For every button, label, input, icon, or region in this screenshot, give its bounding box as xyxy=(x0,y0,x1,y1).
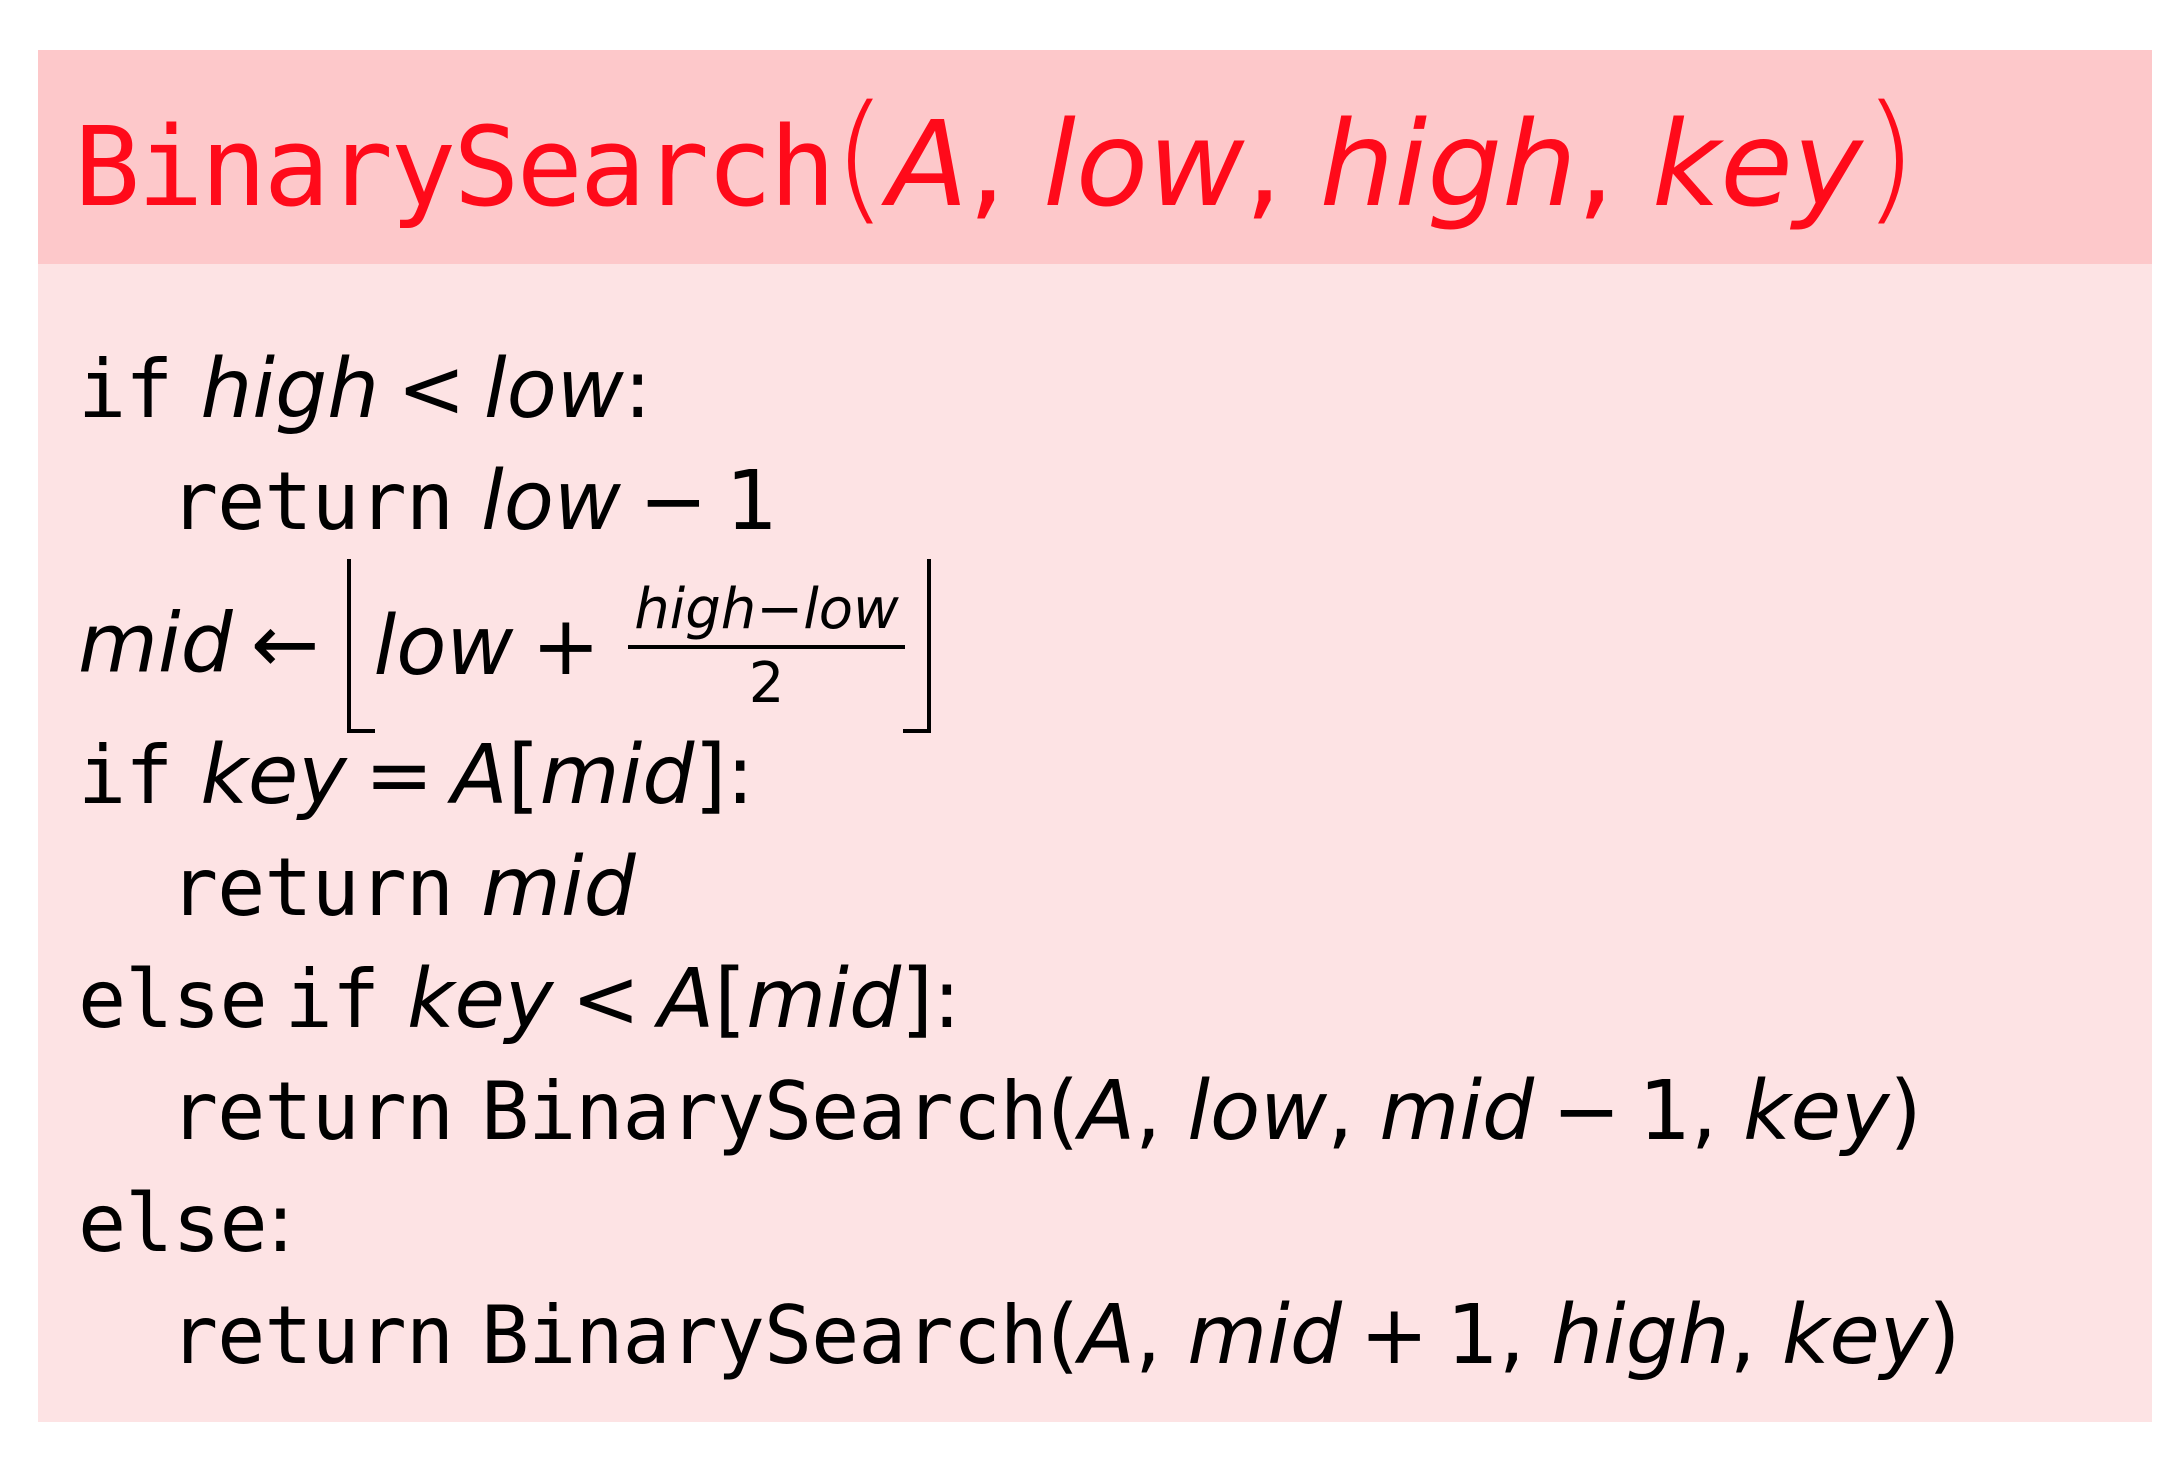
assign-arrow: ← xyxy=(250,596,320,692)
var-key: key xyxy=(200,728,347,823)
keyword-else: else xyxy=(78,953,268,1046)
keyword-return: return xyxy=(170,455,454,548)
fraction-denominator: 2 xyxy=(748,651,785,717)
right-bracket: ] xyxy=(694,728,727,823)
right-bracket: ] xyxy=(901,952,933,1047)
param-high: high xyxy=(1319,95,1577,233)
arg-high: high xyxy=(1550,1288,1730,1383)
code-line-9: return BinarySearch(A, mid +1, high, key) xyxy=(170,1286,1960,1386)
colon: : xyxy=(726,728,754,823)
var-low: low xyxy=(483,342,624,437)
var-high: high xyxy=(634,577,757,643)
var-mid: mid xyxy=(78,596,233,692)
arg-a: A xyxy=(1078,1064,1136,1159)
operator-equals: = xyxy=(364,728,434,823)
arg-key: key xyxy=(1781,1288,1929,1383)
param-low: low xyxy=(1043,95,1245,233)
code-line-4: if key = A[mid]: xyxy=(78,726,754,826)
keyword-return: return xyxy=(170,1065,454,1158)
var-a: A xyxy=(658,952,715,1047)
number-one: 1 xyxy=(1446,1288,1499,1383)
keyword-if: if xyxy=(78,343,173,436)
var-key: key xyxy=(406,952,554,1047)
colon: : xyxy=(266,1176,295,1271)
function-call-name: BinarySearch xyxy=(480,1289,1048,1382)
number-one: 1 xyxy=(725,454,778,549)
operator-plus: + xyxy=(531,599,601,695)
code-line-7: return BinarySearch(A, low, mid −1, key) xyxy=(170,1062,1922,1162)
keyword-if: if xyxy=(284,953,380,1046)
colon: : xyxy=(623,342,652,437)
code-line-5: return mid xyxy=(170,838,636,938)
close-paren: ) xyxy=(1889,1064,1922,1159)
arg-mid: mid xyxy=(1187,1288,1342,1383)
var-low: low xyxy=(803,577,899,643)
open-paren: ( xyxy=(1046,1288,1079,1383)
separator: , xyxy=(1498,1288,1551,1383)
param-a: A xyxy=(887,95,969,233)
code-line-3: mid ← low + high−low 2 xyxy=(78,548,941,734)
algorithm-signature: BinarySearch(A, low, high, key) xyxy=(74,88,1917,237)
code-line-8: else: xyxy=(78,1174,294,1274)
code-line-1: if high < low: xyxy=(78,340,652,440)
code-line-6: else if key < A[mid]: xyxy=(78,950,961,1050)
operator-minus: − xyxy=(756,577,804,643)
floor-expression: low + high−low 2 xyxy=(347,559,931,734)
keyword-return: return xyxy=(170,1289,454,1382)
function-name: BinarySearch xyxy=(74,103,836,231)
var-mid: mid xyxy=(480,840,636,935)
operator-less-than: < xyxy=(397,342,466,437)
separator: , xyxy=(1729,1288,1782,1383)
separator: , xyxy=(1576,95,1652,233)
var-low: low xyxy=(480,454,622,549)
open-paren: ( xyxy=(1046,1064,1079,1159)
var-high: high xyxy=(200,342,380,437)
open-paren: ( xyxy=(832,76,888,239)
left-bracket: [ xyxy=(507,728,540,823)
arg-mid: mid xyxy=(1379,1064,1535,1159)
var-mid: mid xyxy=(539,728,695,823)
arg-a: A xyxy=(1078,1288,1136,1383)
number-one: 1 xyxy=(1638,1064,1691,1159)
var-a: A xyxy=(451,728,508,823)
arg-key: key xyxy=(1743,1064,1890,1159)
var-mid: mid xyxy=(746,952,901,1047)
separator: , xyxy=(1690,1064,1744,1159)
keyword-if: if xyxy=(78,729,173,822)
fraction: high−low 2 xyxy=(628,579,905,715)
function-call-name: BinarySearch xyxy=(480,1065,1048,1158)
keyword-else: else xyxy=(78,1177,268,1270)
param-key: key xyxy=(1651,95,1863,233)
operator-less-than: < xyxy=(571,952,641,1047)
keyword-return: return xyxy=(170,841,454,934)
floor-left-bracket xyxy=(347,559,376,734)
left-bracket: [ xyxy=(714,952,747,1047)
code-line-2: return low −1 xyxy=(170,452,778,552)
operator-plus: + xyxy=(1359,1288,1429,1383)
algorithm-header: BinarySearch(A, low, high, key) xyxy=(38,50,2152,264)
separator: , xyxy=(1135,1288,1188,1383)
floor-right-bracket xyxy=(902,559,931,734)
close-paren: ) xyxy=(1928,1288,1961,1383)
separator: , xyxy=(1244,95,1320,233)
separator: , xyxy=(968,95,1044,233)
arg-low: low xyxy=(1187,1064,1328,1159)
var-low: low xyxy=(373,599,514,695)
separator: , xyxy=(1135,1064,1188,1159)
fraction-numerator: high−low xyxy=(628,577,905,650)
operator-minus: − xyxy=(1552,1064,1621,1159)
colon: : xyxy=(933,952,961,1047)
operator-minus: − xyxy=(639,454,708,549)
close-paren: ) xyxy=(1862,76,1918,239)
separator: , xyxy=(1327,1064,1380,1159)
